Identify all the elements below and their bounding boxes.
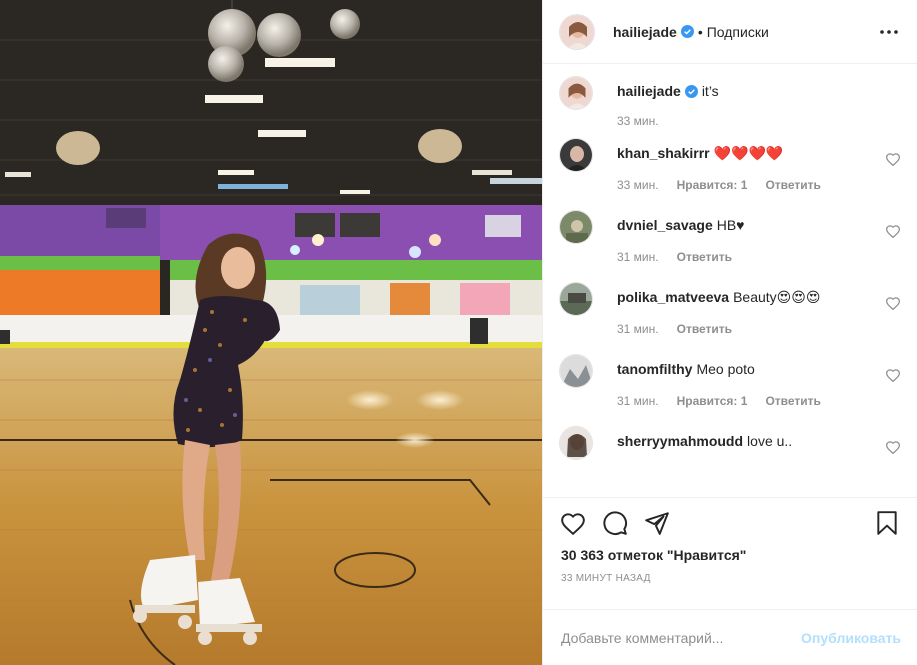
heart-icon[interactable] <box>885 368 901 382</box>
header-separator: • <box>697 23 703 40</box>
caption-meta: 33 мин. <box>617 114 875 128</box>
publish-button[interactable]: Опубликовать <box>801 630 901 646</box>
author-username[interactable]: hailiejade <box>613 24 677 40</box>
caption-text-line: hailiejade it’s <box>617 82 875 100</box>
commenter-avatar[interactable] <box>559 138 593 172</box>
comment-text-line: polika_matveeva Beauty😍😍😍 <box>617 288 875 306</box>
roller-rink-photo <box>0 0 542 665</box>
post-actions <box>543 497 917 547</box>
comment-body: tanomfilthy Meo poto 31 мин. Нравится: 1 … <box>617 360 901 408</box>
verified-badge-icon <box>680 25 694 38</box>
comment-likes-button[interactable]: Нравится: 1 <box>677 178 748 192</box>
comment-item: khan_shakirrr ❤️❤️❤️❤️ 33 мин. Нравится: … <box>559 138 901 192</box>
comment-username[interactable]: tanomfilthy <box>617 361 692 377</box>
comment-text-line: dvniel_savage HB♥ <box>617 216 875 234</box>
verified-badge-icon <box>684 85 698 98</box>
caption: hailiejade it’s 33 мин. <box>559 76 901 128</box>
comment-text-line: sherryymahmoudd love u.. <box>617 432 875 450</box>
comment-username[interactable]: khan_shakirrr <box>617 145 710 161</box>
author-avatar[interactable] <box>559 13 595 50</box>
caption-text: it’s <box>701 83 719 99</box>
comment-meta: 33 мин. Нравится: 1 Ответить <box>617 178 875 192</box>
comment-item: tanomfilthy Meo poto 31 мин. Нравится: 1 … <box>559 354 901 408</box>
comment-body: sherryymahmoudd love u.. <box>617 432 901 460</box>
comment-username[interactable]: polika_matveeva <box>617 289 729 305</box>
comment-item: polika_matveeva Beauty😍😍😍 31 мин. Ответит… <box>559 282 901 336</box>
comment-icon <box>603 510 627 535</box>
share-icon <box>645 511 669 535</box>
comment-text-line: tanomfilthy Meo poto <box>617 360 875 378</box>
commenter-avatar[interactable] <box>559 282 593 316</box>
caption-body: hailiejade it’s 33 мин. <box>617 82 901 128</box>
post-side-panel: hailiejade • Подписки hailiejade it’s 33… <box>542 0 917 665</box>
post-photo[interactable] <box>0 0 542 665</box>
comment-meta: 31 мин. Ответить <box>617 250 875 264</box>
reply-button[interactable]: Ответить <box>677 322 732 336</box>
comment-text: Meo poto <box>696 361 755 377</box>
comment-item: dvniel_savage HB♥ 31 мин. Ответить <box>559 210 901 264</box>
comment-time: 31 мин. <box>617 250 659 264</box>
comment-item: sherryymahmoudd love u.. <box>559 426 901 460</box>
commenter-avatar[interactable] <box>559 210 593 244</box>
comment-body: khan_shakirrr ❤️❤️❤️❤️ 33 мин. Нравится: … <box>617 144 901 192</box>
commenter-avatar[interactable] <box>559 426 593 460</box>
caption-time: 33 мин. <box>617 114 659 128</box>
comment-meta: 31 мин. Ответить <box>617 322 875 336</box>
following-button[interactable]: Подписки <box>707 24 769 40</box>
comment-time: 31 мин. <box>617 394 659 408</box>
save-button[interactable] <box>873 509 901 537</box>
like-button[interactable] <box>559 509 587 537</box>
heart-icon[interactable] <box>885 296 901 310</box>
comment-text: love u.. <box>747 433 793 449</box>
reply-button[interactable]: Ответить <box>765 394 820 408</box>
reply-button[interactable]: Ответить <box>765 178 820 192</box>
heart-icon[interactable] <box>885 224 901 238</box>
share-button[interactable] <box>643 509 671 537</box>
add-comment-bar: Опубликовать <box>543 609 917 665</box>
more-options-icon[interactable] <box>877 20 901 44</box>
heart-icon[interactable] <box>885 152 901 166</box>
comment-time: 31 мин. <box>617 322 659 336</box>
comment-username[interactable]: sherryymahmoudd <box>617 433 743 449</box>
caption-username[interactable]: hailiejade <box>617 83 681 99</box>
comment-time: 33 мин. <box>617 178 659 192</box>
posted-time[interactable]: 33 МИНУТ НАЗАД <box>543 569 917 595</box>
author-avatar[interactable] <box>559 76 593 110</box>
reply-button[interactable]: Ответить <box>677 250 732 264</box>
likes-count[interactable]: 30 363 отметок "Нравится" <box>543 547 917 569</box>
comment-input[interactable] <box>561 629 792 646</box>
comment-body: polika_matveeva Beauty😍😍😍 31 мин. Ответит… <box>617 288 901 336</box>
comment-text: ❤️❤️❤️❤️ <box>713 145 784 161</box>
comment-text: Beauty😍😍😍 <box>733 289 821 305</box>
comment-text-line: khan_shakirrr ❤️❤️❤️❤️ <box>617 144 875 162</box>
comment-username[interactable]: dvniel_savage <box>617 217 713 233</box>
heart-icon <box>561 512 585 535</box>
comments-list[interactable]: hailiejade it’s 33 мин. khan_shakirrr ❤️❤️… <box>543 64 917 497</box>
comment-likes-button[interactable]: Нравится: 1 <box>677 394 748 408</box>
comment-meta: 31 мин. Нравится: 1 Ответить <box>617 394 875 408</box>
comment-button[interactable] <box>601 509 629 537</box>
instagram-post: hailiejade • Подписки hailiejade it’s 33… <box>0 0 917 665</box>
comment-body: dvniel_savage HB♥ 31 мин. Ответить <box>617 216 901 264</box>
commenter-avatar[interactable] <box>559 354 593 388</box>
bookmark-icon <box>877 510 897 535</box>
heart-icon[interactable] <box>885 440 901 454</box>
post-header: hailiejade • Подписки <box>543 0 917 64</box>
comment-text: HB♥ <box>716 217 745 233</box>
